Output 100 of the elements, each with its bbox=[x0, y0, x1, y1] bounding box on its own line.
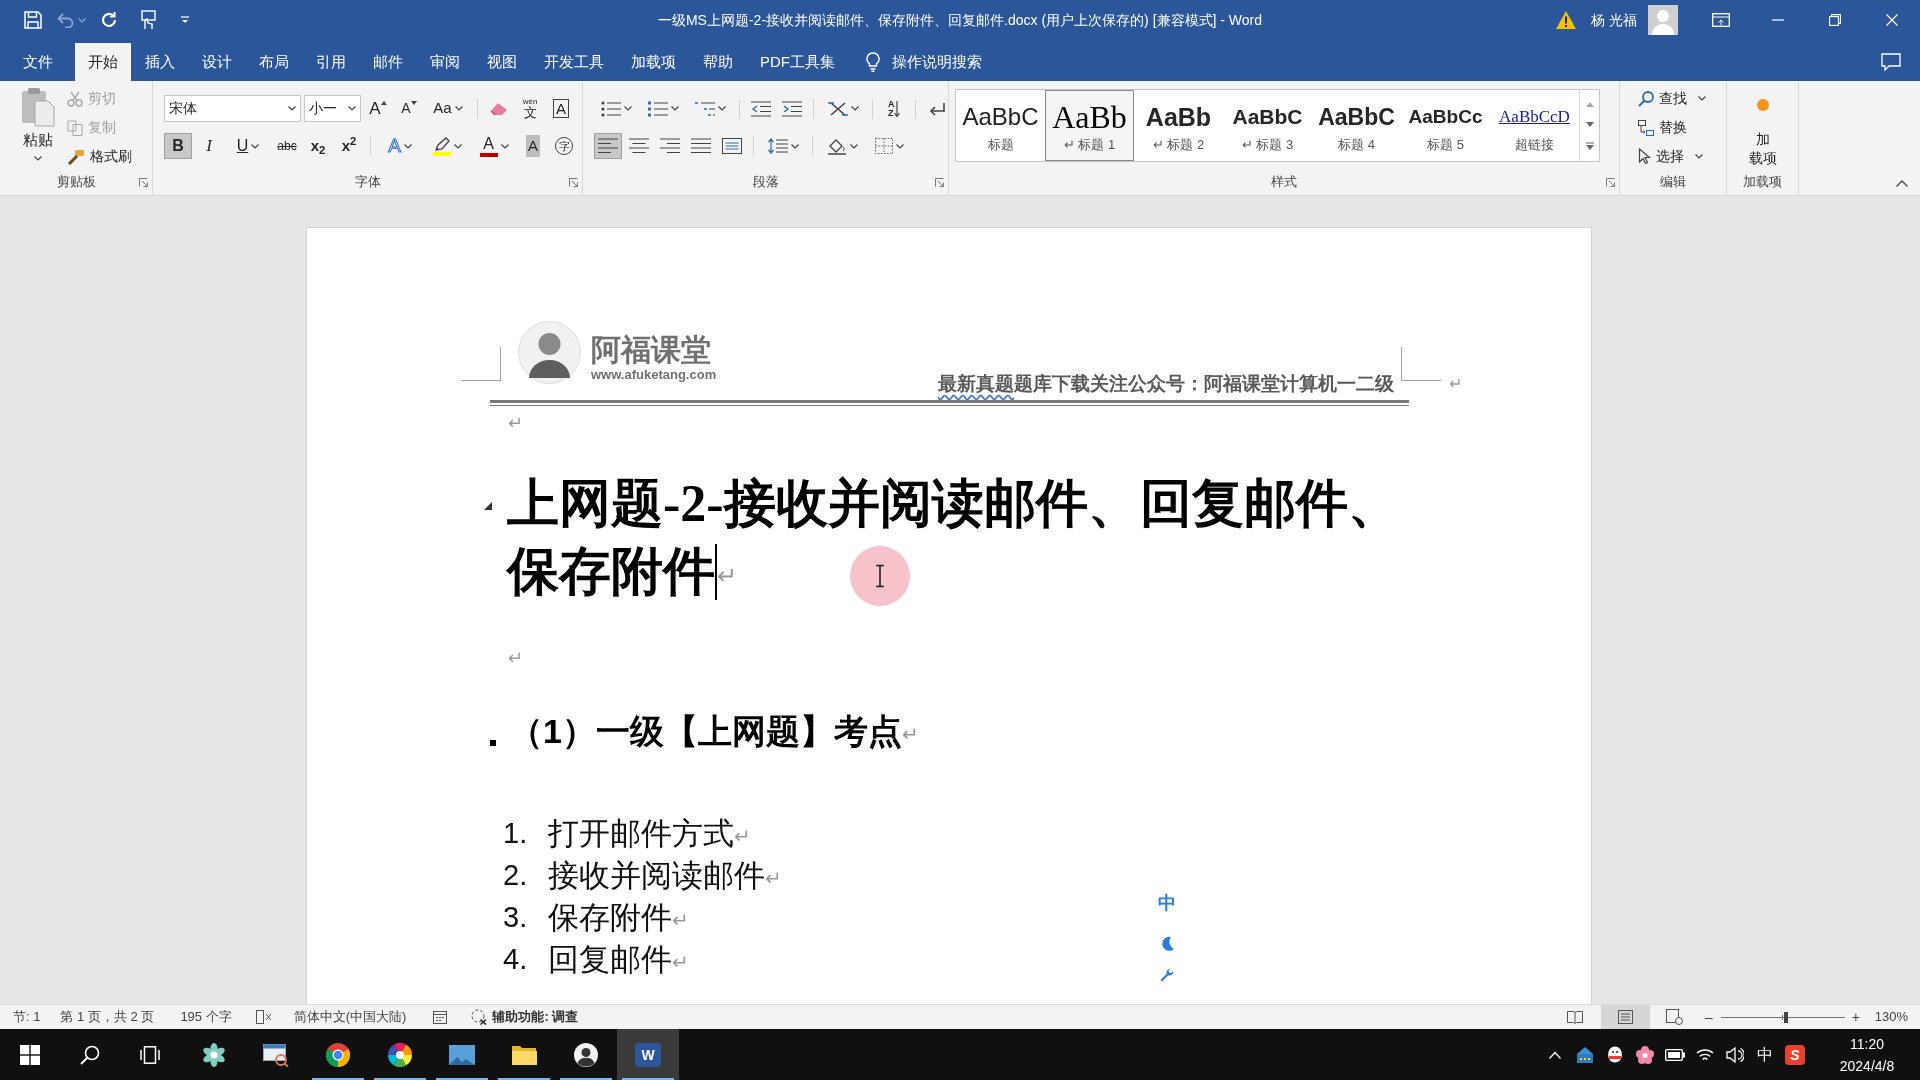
grow-font-button[interactable]: A bbox=[364, 95, 392, 122]
status-field[interactable]: 195 个字 bbox=[180, 1007, 232, 1027]
zoom-in-button[interactable]: + bbox=[1849, 1007, 1862, 1027]
status-field[interactable]: 节: 1 bbox=[13, 1007, 41, 1027]
landscape-picture-icon bbox=[449, 1044, 475, 1065]
align-left-icon bbox=[598, 138, 618, 154]
window-title: 一级MS上网题-2-接收并阅读邮件、保存附件、回复邮件.docx (用户上次保存的) [兼容模式] - Word bbox=[657, 10, 1263, 30]
group-label: 加载项 bbox=[1743, 173, 1782, 192]
ribbon-tab[interactable]: PDF工具集 bbox=[747, 43, 848, 81]
ribbon-tab[interactable]: 帮助 bbox=[690, 43, 746, 81]
find-button[interactable]: 查找 bbox=[1638, 84, 1726, 113]
page-lines-icon bbox=[1617, 1010, 1633, 1024]
superscript-button[interactable]: x$^{2}$ bbox=[335, 133, 363, 159]
list-item-text: 保存附件 bbox=[548, 899, 672, 937]
sort-button[interactable]: AZ bbox=[880, 95, 908, 122]
wrench-icon[interactable] bbox=[1159, 967, 1175, 983]
align-center-icon bbox=[629, 138, 649, 154]
change-case-button[interactable]: Aa bbox=[426, 95, 470, 122]
status-field[interactable]: 第 1 页，共 2 页 bbox=[60, 1007, 155, 1027]
zoom-out-button[interactable]: – bbox=[1702, 1007, 1715, 1027]
ribbon-tab[interactable]: 开发工具 bbox=[531, 43, 617, 81]
italic-button[interactable]: I bbox=[195, 133, 223, 159]
paragraph-mark: ↵ bbox=[765, 866, 782, 890]
font-name-field[interactable]: 宋体 bbox=[164, 95, 301, 122]
ribbon-tab[interactable]: 布局 bbox=[246, 43, 302, 81]
shrink-font-button[interactable]: A bbox=[395, 95, 423, 122]
page-cross-icon[interactable] bbox=[255, 1010, 272, 1024]
style-gallery-item[interactable]: AaBb ↵ 标题 2 bbox=[1134, 90, 1223, 161]
ribbon-tab[interactable]: 文件 bbox=[10, 43, 66, 81]
ime-mode-indicator[interactable]: 中 bbox=[1158, 892, 1176, 914]
line-spacing-icon bbox=[767, 138, 788, 154]
zoom-slider[interactable] bbox=[1720, 1011, 1845, 1023]
ribbon-tab[interactable]: 审阅 bbox=[417, 43, 473, 81]
style-gallery-item[interactable]: AaBbC ↵ 标题 3 bbox=[1223, 90, 1312, 161]
font-color-button[interactable]: A bbox=[472, 133, 516, 159]
input-mode-button[interactable]: 中 bbox=[1750, 1029, 1780, 1080]
bold-button[interactable]: B bbox=[164, 133, 192, 159]
character-border-button[interactable]: A bbox=[547, 95, 575, 122]
grid-window-icon[interactable] bbox=[433, 1010, 448, 1024]
logo-name: 阿福课堂 bbox=[591, 333, 712, 367]
ribbon-tab[interactable]: 邮件 bbox=[360, 43, 416, 81]
caret-icon bbox=[348, 106, 356, 111]
group-label: 编辑 bbox=[1660, 173, 1686, 192]
ribbon-tab[interactable]: 引用 bbox=[303, 43, 359, 81]
enclose-characters-button[interactable]: 字 bbox=[550, 133, 578, 159]
style-gallery-item[interactable]: AaBbC 标题 bbox=[956, 90, 1045, 161]
slider-thumb[interactable] bbox=[1784, 1011, 1789, 1023]
style-gallery-item[interactable]: AaBbCcD 超链接 bbox=[1490, 90, 1579, 161]
dialog-launcher-icon[interactable] bbox=[569, 177, 578, 187]
group-label: 样式 bbox=[1271, 173, 1297, 192]
window-magnifier-icon bbox=[263, 1042, 289, 1067]
web-page-icon bbox=[1665, 1009, 1683, 1025]
tell-me-search-field[interactable]: 操作说明搜索 bbox=[892, 50, 992, 74]
person-silhouette-icon bbox=[574, 1042, 598, 1067]
paragraph-mark: ↵ bbox=[734, 824, 751, 848]
subscript-button[interactable]: x$_{2}$ bbox=[304, 133, 332, 159]
heading-text: 上网题-2-接收并阅读邮件、回复邮件、 bbox=[507, 474, 1400, 534]
bulleted-list-icon bbox=[600, 100, 621, 117]
header-notice: 最新真题题库下载关注公众号：阿福课堂计算机一二级 bbox=[938, 372, 1394, 396]
tray-app-button[interactable]: S bbox=[1780, 1029, 1810, 1080]
list-number: 4. bbox=[503, 942, 529, 978]
ribbon-tab[interactable]: 开始 bbox=[75, 43, 131, 81]
copy-icon bbox=[67, 119, 83, 136]
replace-button[interactable]: 替换 bbox=[1638, 113, 1726, 142]
lightbulb-icon[interactable] bbox=[866, 52, 880, 72]
align-left-button[interactable] bbox=[594, 133, 622, 159]
dialog-launcher-icon[interactable] bbox=[1606, 177, 1615, 187]
moon-icon[interactable] bbox=[1160, 936, 1174, 952]
style-gallery-item[interactable]: AaBbCc 标题 5 bbox=[1401, 90, 1490, 161]
close-icon bbox=[1885, 14, 1898, 26]
ribbon-tab[interactable]: 设计 bbox=[189, 43, 245, 81]
user-name: 杨 光福 bbox=[1591, 10, 1637, 30]
minimize-icon bbox=[1771, 19, 1784, 21]
ribbon-tab[interactable]: 视图 bbox=[474, 43, 530, 81]
accessibility-button[interactable]: 辅助功能: 调查 bbox=[471, 1007, 579, 1027]
zoom-level[interactable]: 130% bbox=[1874, 1007, 1908, 1027]
more-styles-icon[interactable] bbox=[1585, 141, 1594, 150]
ribbon-tab[interactable]: 插入 bbox=[132, 43, 188, 81]
square-bullet-icon bbox=[490, 740, 496, 746]
phonetic-guide-button[interactable]: wén 文 bbox=[516, 95, 544, 122]
clock[interactable]: 11:20 2024/4/8 bbox=[1824, 1032, 1910, 1077]
style-gallery-item[interactable]: AaBb ↵ 标题 1 bbox=[1045, 90, 1134, 161]
taskbar-app-button[interactable]: W bbox=[617, 1029, 679, 1080]
collapse-ribbon-icon[interactable] bbox=[1896, 180, 1908, 187]
ribbon-tab[interactable]: 加载项 bbox=[618, 43, 689, 81]
paste-button[interactable]: 粘贴 bbox=[14, 84, 62, 171]
strikethrough-button[interactable]: abc bbox=[273, 133, 301, 159]
font-size-field[interactable]: 小一 bbox=[304, 95, 361, 122]
format-painter-button[interactable]: 格式刷 bbox=[67, 142, 132, 171]
dialog-launcher-icon[interactable] bbox=[935, 177, 944, 187]
add-ins-button[interactable]: 加 载项 bbox=[1748, 99, 1777, 168]
dialog-launcher-icon[interactable] bbox=[139, 177, 148, 187]
character-shading-button[interactable]: A bbox=[519, 133, 547, 159]
style-gallery-item[interactable]: AaBbC 标题 4 bbox=[1312, 90, 1401, 161]
scroll-down-icon[interactable] bbox=[1585, 121, 1594, 127]
select-button[interactable]: 选择 bbox=[1638, 142, 1726, 171]
six-petal-flower-icon bbox=[202, 1042, 226, 1067]
status-field[interactable]: 简体中文(中国大陆) bbox=[293, 1007, 407, 1027]
print-layout-button[interactable] bbox=[1600, 1004, 1650, 1030]
underline-button[interactable]: U bbox=[226, 133, 270, 159]
